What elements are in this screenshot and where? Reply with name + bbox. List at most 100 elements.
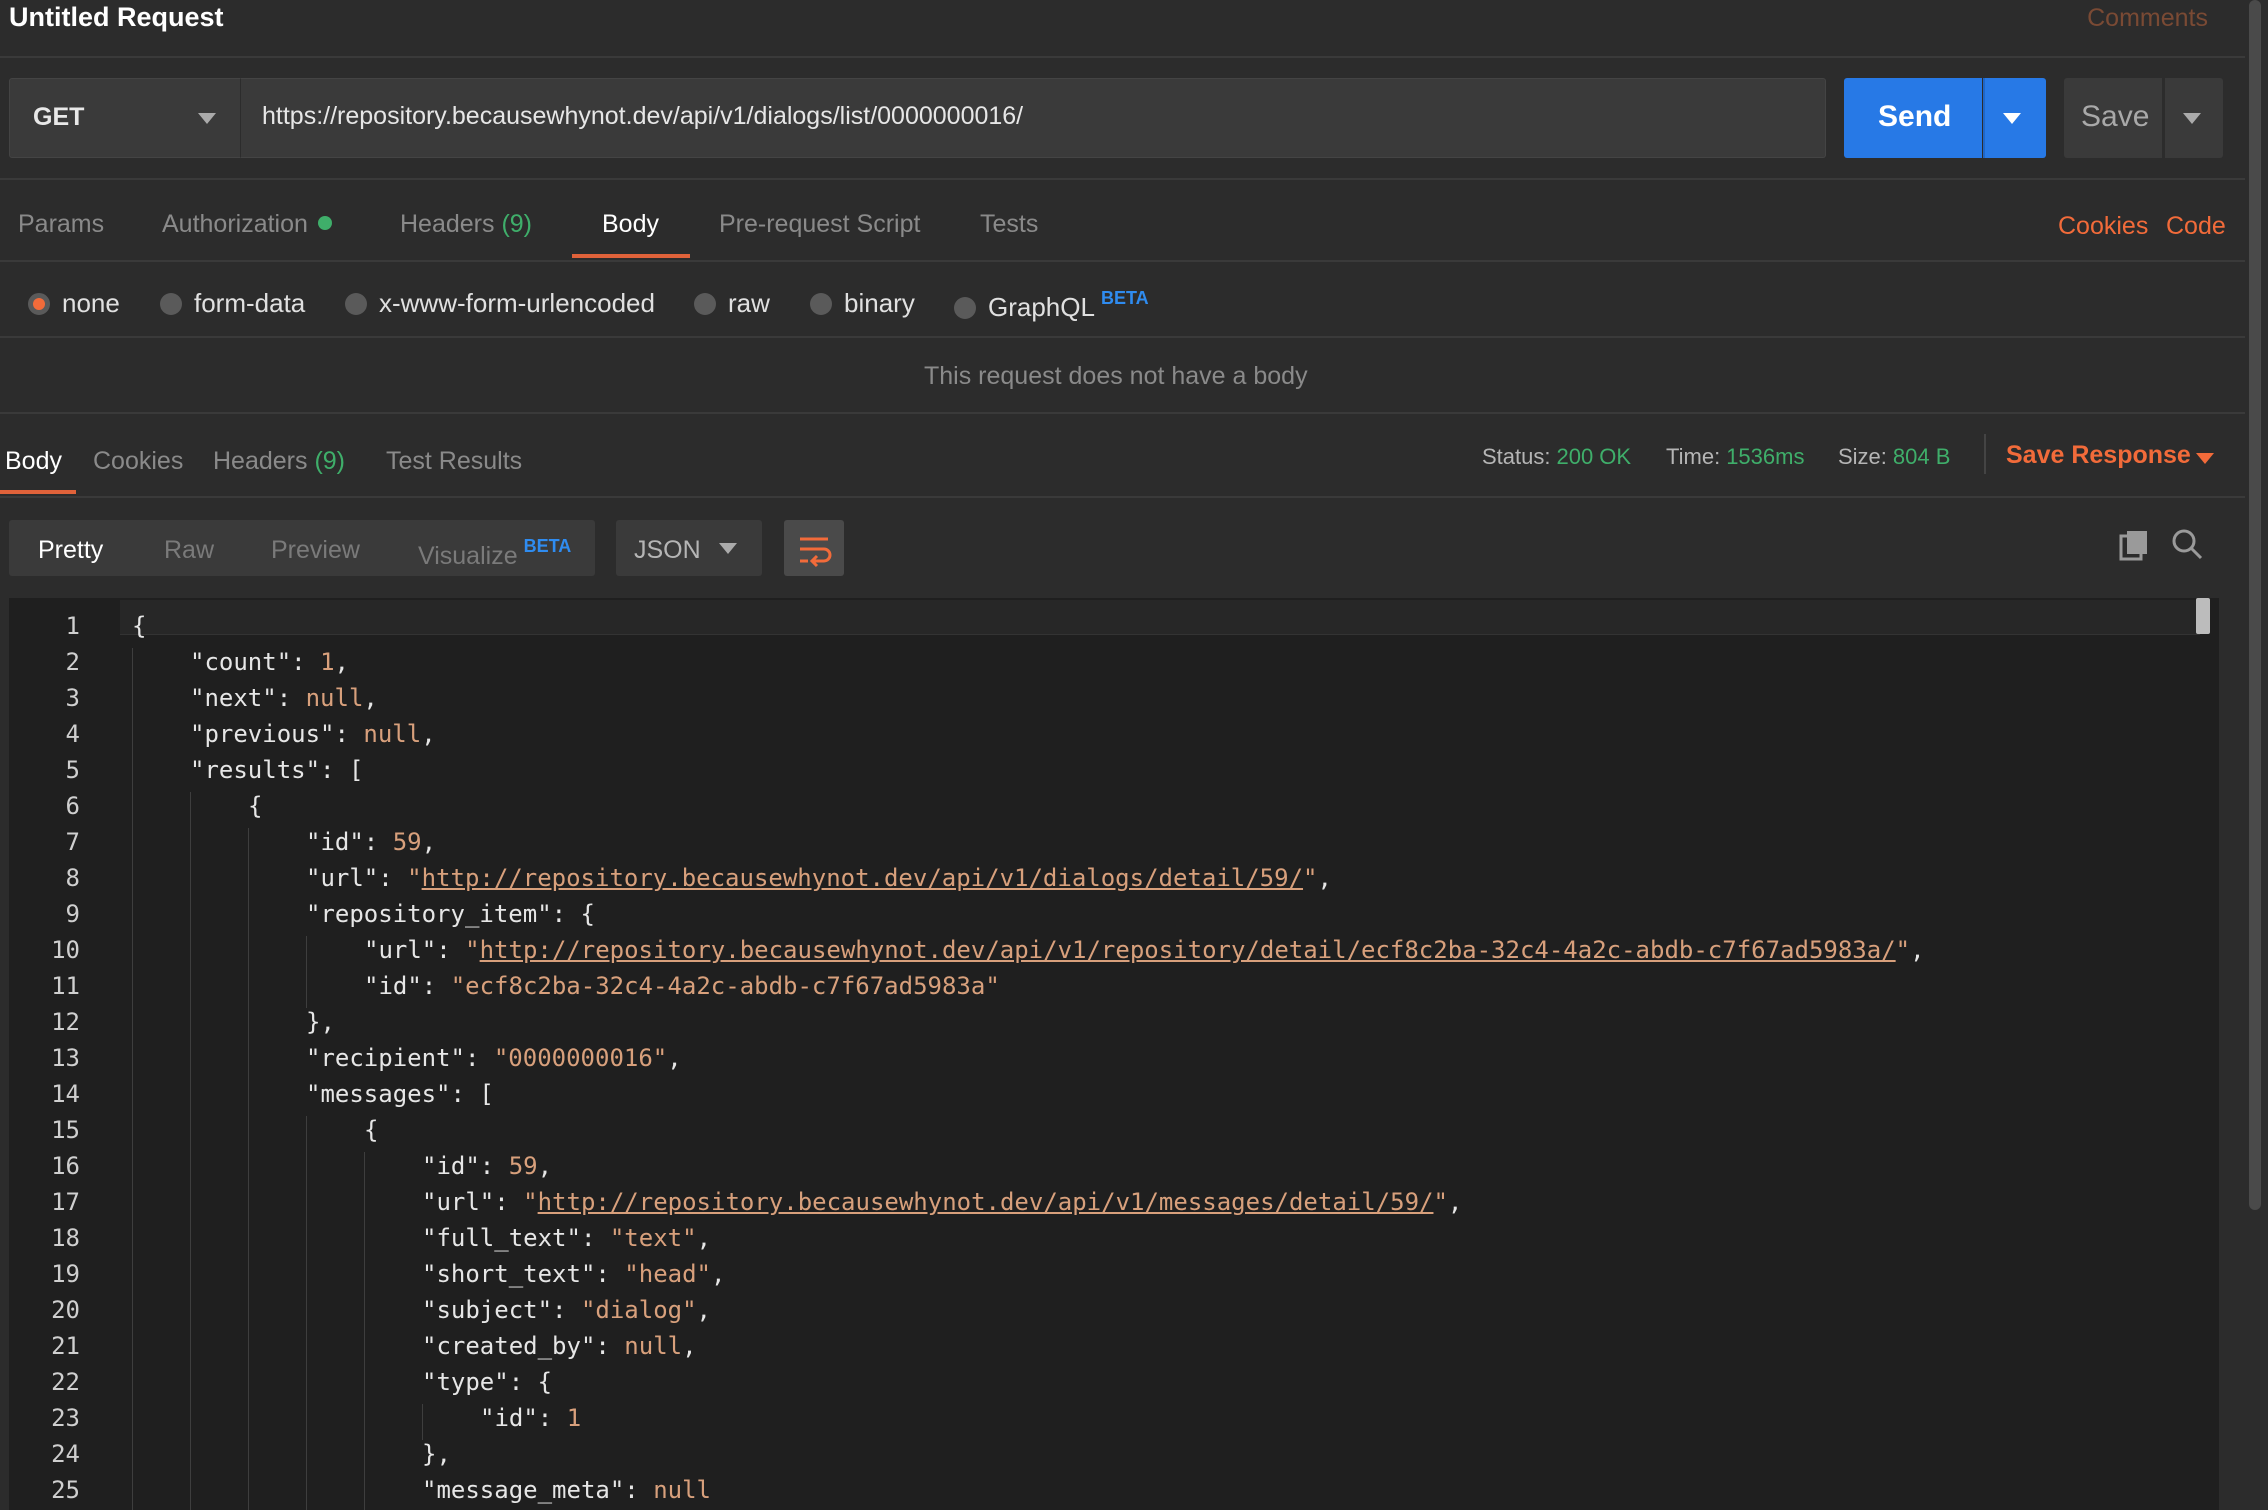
response-tab-body[interactable]: Body bbox=[5, 447, 62, 476]
divider bbox=[1984, 434, 1986, 474]
code-line: "results": [ bbox=[190, 756, 363, 784]
indent-guide bbox=[132, 972, 133, 1008]
code-token: , bbox=[537, 1152, 553, 1180]
code-token: " bbox=[407, 864, 422, 892]
size-info[interactable]: Size: 804 B bbox=[1838, 444, 1950, 470]
indent-guide bbox=[364, 1404, 365, 1440]
wrap-icon bbox=[800, 537, 832, 568]
indent-guide bbox=[306, 1152, 307, 1188]
code-token: " bbox=[1303, 864, 1318, 892]
radio-none[interactable]: none bbox=[28, 288, 120, 319]
status-value: 200 OK bbox=[1556, 444, 1632, 469]
indent-guide bbox=[248, 1188, 249, 1224]
radio-raw[interactable]: raw bbox=[694, 288, 770, 319]
tab-prerequest-script[interactable]: Pre-request Script bbox=[719, 210, 920, 239]
indent-guide bbox=[306, 1332, 307, 1368]
response-tab-cookies[interactable]: Cookies bbox=[93, 447, 183, 476]
code-line: "short_text": "head", bbox=[422, 1260, 725, 1288]
tab-authorization[interactable]: Authorization bbox=[162, 210, 332, 239]
line-number: 15 bbox=[51, 1116, 80, 1144]
indent-guide bbox=[306, 972, 307, 1008]
indent-guide bbox=[132, 1152, 133, 1188]
tab-tests[interactable]: Tests bbox=[980, 210, 1038, 239]
beta-badge: BETA bbox=[1100, 288, 1149, 308]
radio-graphql[interactable]: GraphQL BETA bbox=[954, 288, 1149, 323]
code-token: }, bbox=[306, 1008, 335, 1036]
indent-guide bbox=[306, 1260, 307, 1296]
code-token: , bbox=[363, 684, 378, 712]
indent-guide bbox=[306, 1224, 307, 1260]
indent-guide bbox=[248, 1368, 249, 1404]
code-token: "url" bbox=[364, 936, 437, 964]
indent-guide bbox=[248, 1008, 249, 1044]
code-token: : { bbox=[551, 900, 595, 928]
radio-binary[interactable]: binary bbox=[810, 288, 915, 319]
search-icon[interactable] bbox=[2170, 527, 2204, 566]
code-token: : bbox=[334, 720, 364, 748]
editor-scrollbar[interactable] bbox=[2196, 598, 2210, 634]
status-info[interactable]: Status: 200 OK bbox=[1482, 444, 1631, 470]
indent-guide bbox=[248, 1152, 249, 1188]
comments-link[interactable]: Comments bbox=[2087, 4, 2208, 33]
chevron-down-icon bbox=[719, 543, 737, 554]
indent-guide bbox=[248, 1044, 249, 1080]
code-line: "created_by": null, bbox=[422, 1332, 697, 1360]
response-tab-headers[interactable]: Headers (9) bbox=[213, 447, 345, 476]
indent-guide bbox=[190, 1260, 191, 1296]
url-link[interactable]: http://repository.becausewhynot.dev/api/… bbox=[480, 936, 1896, 964]
code-line: "count": 1, bbox=[190, 648, 349, 676]
url-link[interactable]: http://repository.becausewhynot.dev/api/… bbox=[422, 864, 1303, 892]
code-token: "results" bbox=[190, 756, 321, 784]
line-number: 7 bbox=[65, 828, 80, 856]
line-number: 18 bbox=[51, 1224, 80, 1252]
indent-guide bbox=[248, 1332, 249, 1368]
code-token: "url" bbox=[306, 864, 379, 892]
indent-guide bbox=[248, 936, 249, 972]
save-label[interactable]: Save bbox=[2081, 100, 2149, 134]
code-token: , bbox=[696, 1224, 712, 1252]
code-token: : bbox=[595, 1332, 625, 1360]
code-line: "messages": [ bbox=[306, 1080, 494, 1108]
view-preview-button[interactable]: Preview bbox=[271, 536, 360, 565]
code-token: : { bbox=[508, 1368, 553, 1396]
code-token: "id" bbox=[480, 1404, 538, 1432]
code-line: "full_text": "text", bbox=[422, 1224, 711, 1252]
radio-binary-label: binary bbox=[844, 288, 915, 318]
indent-guide bbox=[364, 1152, 365, 1188]
view-pretty-button[interactable]: Pretty bbox=[38, 536, 103, 565]
tab-authorization-label: Authorization bbox=[162, 210, 308, 238]
wrap-lines-button[interactable] bbox=[784, 520, 844, 576]
response-tab-headers-label: Headers bbox=[213, 447, 308, 475]
request-title[interactable]: Untitled Request bbox=[9, 2, 224, 33]
copy-icon[interactable] bbox=[2118, 528, 2152, 567]
code-line: }, bbox=[306, 1008, 335, 1036]
line-number: 2 bbox=[65, 648, 80, 676]
response-tab-test-results[interactable]: Test Results bbox=[386, 447, 522, 476]
indent-guide bbox=[132, 1440, 133, 1476]
send-label[interactable]: Send bbox=[1878, 100, 1951, 134]
radio-form-data[interactable]: form-data bbox=[160, 288, 305, 319]
code-link[interactable]: Code bbox=[2166, 212, 2226, 241]
line-number: 11 bbox=[51, 972, 80, 1000]
window-scrollbar[interactable] bbox=[2249, 0, 2261, 1210]
tab-body[interactable]: Body bbox=[602, 210, 659, 239]
view-visualize-button[interactable]: Visualize BETA bbox=[418, 536, 571, 571]
line-number: 1 bbox=[65, 612, 80, 640]
url-link[interactable]: http://repository.becausewhynot.dev/api/… bbox=[538, 1188, 1434, 1216]
view-raw-button[interactable]: Raw bbox=[164, 536, 214, 565]
code-token: : bbox=[494, 1188, 524, 1216]
time-info[interactable]: Time: 1536ms bbox=[1666, 444, 1804, 470]
tab-params[interactable]: Params bbox=[18, 210, 104, 239]
save-response-button[interactable]: Save Response bbox=[2006, 441, 2191, 470]
code-token: "repository_item" bbox=[306, 900, 552, 928]
code-token: : bbox=[421, 972, 451, 1000]
radio-urlencoded[interactable]: x-www-form-urlencoded bbox=[345, 288, 655, 319]
url-value[interactable]: https://repository.becausewhynot.dev/api… bbox=[262, 102, 1023, 131]
indent-guide bbox=[248, 1116, 249, 1152]
code-token: , bbox=[421, 720, 436, 748]
headers-count: (9) bbox=[501, 210, 533, 238]
chevron-down-icon bbox=[2196, 453, 2214, 464]
tab-headers[interactable]: Headers (9) bbox=[400, 210, 532, 239]
cookies-link[interactable]: Cookies bbox=[2058, 212, 2148, 241]
code-token: : [ bbox=[320, 756, 364, 784]
